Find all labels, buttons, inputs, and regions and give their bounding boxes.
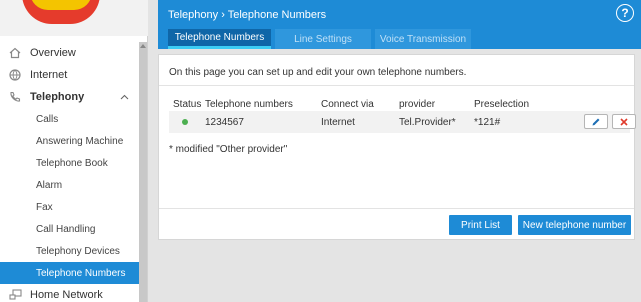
column-header-preselection: Preselection	[474, 98, 530, 110]
sidebar-subitem-answering-machine[interactable]: Answering Machine	[0, 130, 139, 152]
telephone-number-cell: 1234567	[205, 116, 244, 128]
provider-cell: Tel.Provider*	[399, 116, 456, 128]
preselection-cell: *121#	[474, 116, 501, 128]
sidebar-nav: Overview Internet Telephony Calls Answer…	[0, 42, 139, 302]
breadcrumb: Telephony › Telephone Numbers	[168, 9, 327, 21]
sidebar-item-home-network[interactable]: Home Network	[0, 284, 139, 302]
sidebar-item-label: Telephony	[30, 91, 85, 103]
sidebar-item-internet[interactable]: Internet	[0, 64, 139, 86]
footnote: * modified "Other provider"	[169, 144, 288, 155]
status-ok-icon	[182, 119, 188, 125]
sidebar-subitem-alarm[interactable]: Alarm	[0, 174, 139, 196]
divider	[159, 208, 634, 209]
close-icon	[620, 117, 628, 126]
print-list-button[interactable]: Print List	[449, 215, 512, 235]
tab-voice-transmission[interactable]: Voice Transmission	[375, 29, 471, 49]
logo	[0, 0, 148, 36]
scroll-up-arrow-icon[interactable]	[140, 44, 146, 48]
pencil-icon	[592, 118, 600, 125]
sidebar-item-label: Overview	[30, 47, 76, 59]
sidebar: Overview Internet Telephony Calls Answer…	[0, 0, 148, 302]
tab-bar: Telephone Numbers Line Settings Voice Tr…	[158, 29, 641, 49]
sidebar-subitem-call-handling[interactable]: Call Handling	[0, 218, 139, 240]
globe-icon	[8, 68, 22, 82]
column-header-connect-via: Connect via	[321, 98, 374, 110]
table-row: 1234567 Internet Tel.Provider* *121#	[169, 111, 636, 133]
sidebar-scrollbar[interactable]	[139, 42, 147, 302]
content-panel: On this page you can set up and edit you…	[158, 54, 636, 240]
chevron-up-icon[interactable]	[120, 92, 129, 103]
sidebar-item-label: Home Network	[30, 289, 103, 301]
sidebar-item-label: Internet	[30, 69, 68, 81]
home-icon	[8, 46, 22, 60]
delete-button[interactable]	[612, 114, 636, 129]
sidebar-subitem-telephone-numbers[interactable]: Telephone Numbers	[0, 262, 139, 284]
edit-button[interactable]	[584, 114, 608, 129]
column-header-numbers: Telephone numbers	[205, 98, 293, 110]
page-header: Telephony › Telephone Numbers ?	[158, 0, 641, 29]
sidebar-subitem-telephone-book[interactable]: Telephone Book	[0, 152, 139, 174]
sidebar-subitem-calls[interactable]: Calls	[0, 108, 139, 130]
phone-icon	[8, 90, 22, 104]
sidebar-item-telephony[interactable]: Telephony	[0, 86, 139, 108]
sidebar-subitem-fax[interactable]: Fax	[0, 196, 139, 218]
connect-via-cell: Internet	[321, 116, 355, 128]
column-header-status: Status	[173, 98, 202, 110]
network-icon	[8, 288, 22, 302]
new-telephone-number-button[interactable]: New telephone number	[518, 215, 631, 235]
column-header-provider: provider	[399, 98, 436, 110]
tab-telephone-numbers[interactable]: Telephone Numbers	[168, 29, 271, 49]
divider	[159, 85, 634, 86]
sidebar-subitem-telephony-devices[interactable]: Telephony Devices	[0, 240, 139, 262]
help-icon[interactable]: ?	[616, 4, 634, 22]
intro-text: On this page you can set up and edit you…	[169, 67, 467, 78]
tab-line-settings[interactable]: Line Settings	[275, 29, 371, 49]
status-cell	[169, 111, 188, 133]
sidebar-item-overview[interactable]: Overview	[0, 42, 139, 64]
table-header: Status Telephone numbers Connect via pro…	[169, 97, 630, 111]
